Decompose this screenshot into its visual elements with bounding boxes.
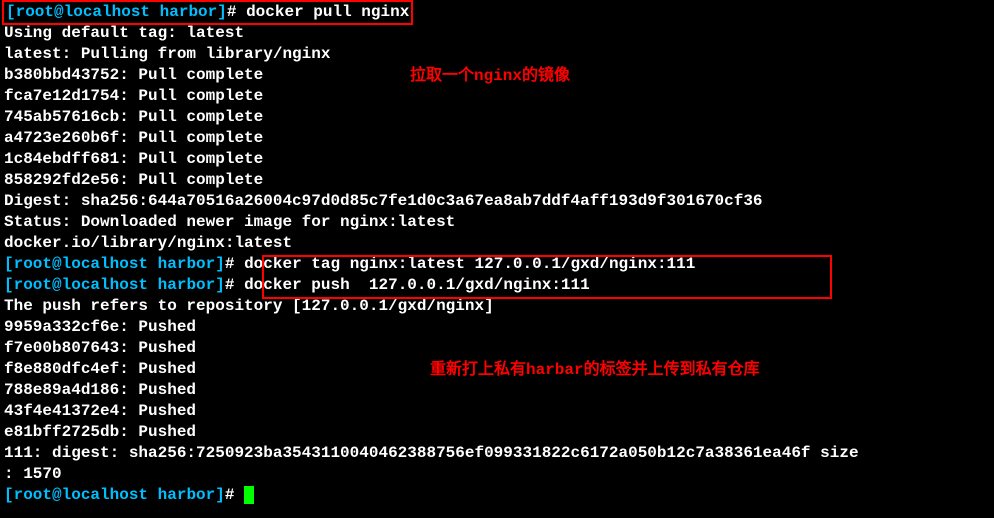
terminal-output: 43f4e41372e4: Pushed — [4, 401, 990, 422]
terminal-output: 1c84ebdff681: Pull complete — [4, 149, 990, 170]
prompt-dir: harbor] — [158, 276, 225, 294]
command-text: docker tag nginx:latest 127.0.0.1/gxd/ng… — [244, 255, 695, 273]
terminal-line: [root@localhost harbor]# docker tag ngin… — [4, 254, 990, 275]
terminal-output: fca7e12d1754: Pull complete — [4, 86, 990, 107]
prompt-user: [root@localhost — [6, 3, 150, 21]
terminal-line[interactable]: [root@localhost harbor]# — [4, 485, 990, 506]
terminal-output: : 1570 — [4, 464, 990, 485]
terminal-line: [root@localhost harbor]# docker pull ngi… — [4, 2, 990, 23]
prompt-user: [root@localhost — [4, 486, 148, 504]
terminal-output: 788e89a4d186: Pushed — [4, 380, 990, 401]
highlight-box-1: [root@localhost harbor]# docker pull ngi… — [2, 0, 413, 25]
terminal-output: f7e00b807643: Pushed — [4, 338, 990, 359]
annotation-text: 重新打上私有harbar的标签并上传到私有仓库 — [430, 360, 760, 381]
terminal-output: 745ab57616cb: Pull complete — [4, 107, 990, 128]
annotation-text: 拉取一个nginx的镜像 — [410, 66, 570, 87]
terminal-output: The push refers to repository [127.0.0.1… — [4, 296, 990, 317]
terminal-output: Using default tag: latest — [4, 23, 990, 44]
terminal-output: e81bff2725db: Pushed — [4, 422, 990, 443]
prompt-hash: # — [225, 486, 235, 504]
cursor-icon — [244, 486, 254, 504]
command-text: docker push 127.0.0.1/gxd/nginx:111 — [244, 276, 590, 294]
terminal-output: docker.io/library/nginx:latest — [4, 233, 990, 254]
terminal-output: Digest: sha256:644a70516a26004c97d0d85c7… — [4, 191, 990, 212]
prompt-hash: # — [225, 255, 235, 273]
terminal-output: latest: Pulling from library/nginx — [4, 44, 990, 65]
terminal-output: a4723e260b6f: Pull complete — [4, 128, 990, 149]
terminal-line: [root@localhost harbor]# docker push 127… — [4, 275, 990, 296]
prompt-hash: # — [227, 3, 237, 21]
terminal-output: 9959a332cf6e: Pushed — [4, 317, 990, 338]
prompt-dir: harbor] — [158, 486, 225, 504]
terminal-output: Status: Downloaded newer image for nginx… — [4, 212, 990, 233]
terminal-output: 111: digest: sha256:7250923ba35431100404… — [4, 443, 990, 464]
prompt-dir: harbor] — [160, 3, 227, 21]
prompt-user: [root@localhost — [4, 276, 148, 294]
prompt-hash: # — [225, 276, 235, 294]
prompt-user: [root@localhost — [4, 255, 148, 273]
prompt-dir: harbor] — [158, 255, 225, 273]
command-text: docker pull nginx — [246, 3, 409, 21]
terminal-output: 858292fd2e56: Pull complete — [4, 170, 990, 191]
